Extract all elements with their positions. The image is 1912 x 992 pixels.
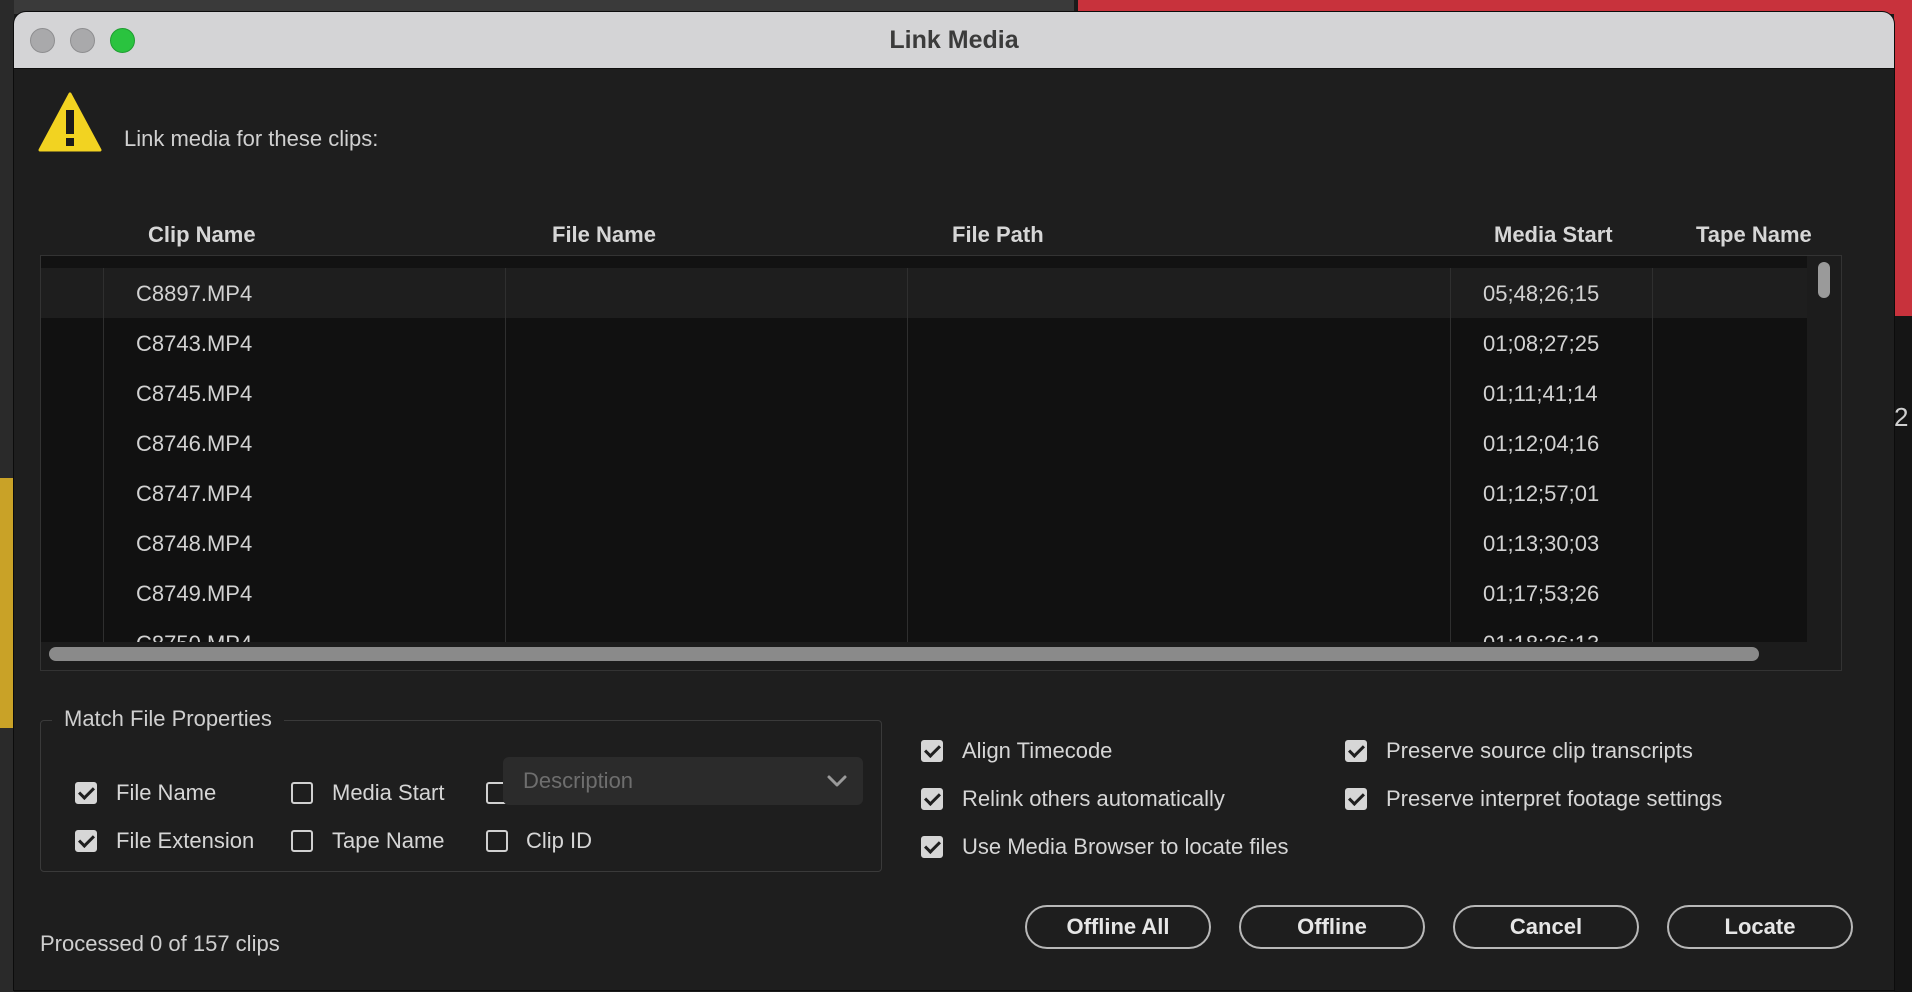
media-start-cell: 01;11;41;14	[1450, 368, 1652, 418]
relink-others-label[interactable]: Relink others automatically	[962, 786, 1225, 812]
file-path-cell	[907, 318, 1450, 368]
file-path-cell	[907, 418, 1450, 468]
match-file-properties-label: Match File Properties	[52, 706, 284, 732]
title-bar: Link Media	[14, 12, 1894, 69]
background-app-accent	[0, 478, 14, 728]
preserve-interpret-checkbox[interactable]	[1345, 788, 1367, 810]
file-path-cell	[907, 518, 1450, 568]
warning-triangle-icon	[38, 92, 102, 152]
tape-name-cell	[1652, 268, 1807, 318]
horizontal-scrollbar-thumb[interactable]	[49, 647, 1759, 661]
cancel-button[interactable]: Cancel	[1453, 905, 1639, 949]
row-index-cell	[41, 418, 103, 468]
table-row[interactable]: C8748.MP4 01;13;30;03	[41, 518, 1807, 569]
file-path-cell	[907, 368, 1450, 418]
tape-name-cell	[1652, 518, 1807, 568]
clip-id-checkbox-label[interactable]: Clip ID	[526, 828, 592, 854]
clip-name-cell: C8745.MP4	[103, 368, 505, 418]
tape-name-cell	[1652, 468, 1807, 518]
file-name-cell	[505, 518, 907, 568]
media-start-checkbox-label[interactable]: Media Start	[332, 780, 445, 806]
file-path-cell	[907, 568, 1450, 618]
relink-others-checkbox[interactable]	[921, 788, 943, 810]
clip-name-cell: C8747.MP4	[103, 468, 505, 518]
media-start-cell: 01;12;04;16	[1450, 418, 1652, 468]
column-header-clip-name[interactable]: Clip Name	[148, 222, 256, 248]
file-name-cell	[505, 318, 907, 368]
tape-name-checkbox[interactable]	[291, 830, 313, 852]
column-header-file-path[interactable]: File Path	[952, 222, 1044, 248]
offline-all-button[interactable]: Offline All	[1025, 905, 1211, 949]
row-index-cell	[41, 468, 103, 518]
offline-button[interactable]: Offline	[1239, 905, 1425, 949]
preserve-transcripts-checkbox[interactable]	[1345, 740, 1367, 762]
description-dropdown[interactable]: Description	[503, 757, 863, 805]
file-name-cell	[505, 568, 907, 618]
table-row[interactable]: C8746.MP4 01;12;04;16	[41, 418, 1807, 469]
clip-name-cell: C8897.MP4	[103, 268, 505, 318]
locate-button[interactable]: Locate	[1667, 905, 1853, 949]
file-name-cell	[505, 418, 907, 468]
row-index-cell	[41, 368, 103, 418]
file-name-cell	[505, 368, 907, 418]
column-header-tape-name[interactable]: Tape Name	[1696, 222, 1812, 248]
window-title: Link Media	[889, 26, 1019, 54]
use-media-browser-checkbox[interactable]	[921, 836, 943, 858]
file-path-cell	[907, 468, 1450, 518]
clips-table: C8897.MP4 05;48;26;15 C8743.MP4 01;08;27…	[40, 255, 1842, 671]
media-start-cell: 01;13;30;03	[1450, 518, 1652, 568]
tape-name-cell	[1652, 418, 1807, 468]
clip-id-checkbox[interactable]	[486, 830, 508, 852]
table-row[interactable]: C8749.MP4 01;17;53;26	[41, 568, 1807, 619]
clip-name-cell: C8746.MP4	[103, 418, 505, 468]
align-timecode-checkbox[interactable]	[921, 740, 943, 762]
background-app-right	[1894, 0, 1912, 316]
chevron-down-icon	[827, 775, 847, 787]
tape-name-checkbox-label[interactable]: Tape Name	[332, 828, 445, 854]
file-name-cell	[505, 268, 907, 318]
file-extension-checkbox-label[interactable]: File Extension	[116, 828, 254, 854]
use-media-browser-label[interactable]: Use Media Browser to locate files	[962, 834, 1288, 860]
column-header-file-name[interactable]: File Name	[552, 222, 656, 248]
table-row[interactable]: C8743.MP4 01;08;27;25	[41, 318, 1807, 369]
clip-name-cell: C8749.MP4	[103, 568, 505, 618]
tape-name-cell	[1652, 568, 1807, 618]
media-start-cell: 01;08;27;25	[1450, 318, 1652, 368]
media-start-cell: 01;12;57;01	[1450, 468, 1652, 518]
dialog-heading: Link media for these clips:	[124, 126, 379, 151]
file-name-checkbox-label[interactable]: File Name	[116, 780, 216, 806]
background-app-glyph: 2	[1894, 402, 1909, 432]
tape-name-cell	[1652, 318, 1807, 368]
column-header-media-start[interactable]: Media Start	[1494, 222, 1613, 248]
table-row[interactable]: C8897.MP4 05;48;26;15	[41, 268, 1807, 319]
row-index-cell	[41, 318, 103, 368]
file-path-cell	[907, 268, 1450, 318]
media-start-cell: 05;48;26;15	[1450, 268, 1652, 318]
row-index-cell	[41, 568, 103, 618]
table-row[interactable]: C8745.MP4 01;11;41;14	[41, 368, 1807, 419]
clip-name-cell: C8748.MP4	[103, 518, 505, 568]
media-start-cell: 01;17;53;26	[1450, 568, 1652, 618]
clip-name-cell: C8743.MP4	[103, 318, 505, 368]
vertical-scrollbar[interactable]	[1807, 256, 1841, 670]
processing-status: Processed 0 of 157 clips	[40, 931, 280, 956]
table-row[interactable]: C8747.MP4 01;12;57;01	[41, 468, 1807, 519]
description-dropdown-value: Description	[523, 768, 634, 793]
tape-name-cell	[1652, 368, 1807, 418]
row-index-cell	[41, 518, 103, 568]
preserve-transcripts-label[interactable]: Preserve source clip transcripts	[1386, 738, 1693, 764]
file-name-cell	[505, 468, 907, 518]
file-extension-checkbox[interactable]	[75, 830, 97, 852]
align-timecode-label[interactable]: Align Timecode	[962, 738, 1112, 764]
media-start-checkbox[interactable]	[291, 782, 313, 804]
preserve-interpret-label[interactable]: Preserve interpret footage settings	[1386, 786, 1722, 812]
row-index-cell	[41, 268, 103, 318]
vertical-scrollbar-thumb[interactable]	[1818, 262, 1830, 298]
file-name-checkbox[interactable]	[75, 782, 97, 804]
